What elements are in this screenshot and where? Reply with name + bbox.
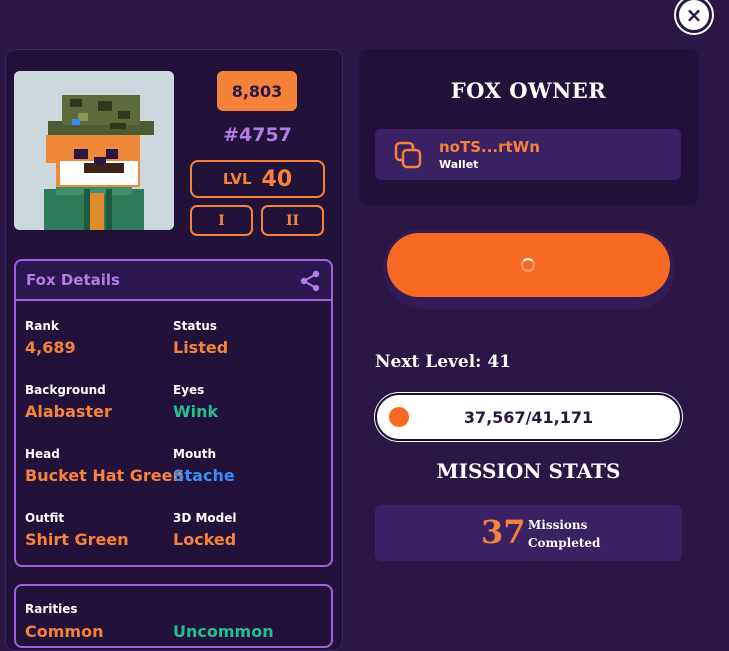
rank-badge: 8,803 — [217, 71, 297, 111]
mission-stats-title: MISSION STATS — [436, 459, 621, 483]
trait-3d-model: 3D Model Locked — [173, 511, 237, 549]
xp-progress-text: 37,567/41,171 — [463, 407, 594, 427]
rarity-common: Common — [25, 622, 103, 641]
missions-label-line1: Missions — [528, 518, 588, 532]
mission-stats-box: 37 Missions Completed — [375, 505, 682, 561]
trait-label: Background — [25, 383, 106, 397]
close-button[interactable]: × — [676, 0, 712, 33]
rarity-value: Uncommon — [173, 622, 274, 641]
gen-two-button[interactable]: II — [261, 205, 324, 236]
trait-value: Wink — [173, 402, 219, 421]
wallet-box[interactable]: noTS...rtWn Wallet — [375, 129, 681, 180]
share-icon[interactable] — [299, 270, 321, 292]
level-indicator: LVL 40 — [190, 160, 325, 198]
trait-head: Head Bucket Hat Green — [25, 447, 184, 485]
copy-icon[interactable] — [393, 140, 423, 170]
trait-mouth: Mouth Stache — [173, 447, 235, 485]
trait-label: Status — [173, 319, 217, 333]
missions-count: 37 — [481, 513, 526, 551]
trait-label: Head — [25, 447, 60, 461]
missions-label-line2: Completed — [528, 536, 601, 550]
fox-portrait — [14, 71, 174, 230]
trait-value: Shirt Green — [25, 530, 129, 549]
trait-outfit: Outfit Shirt Green — [25, 511, 129, 549]
trait-label: Mouth — [173, 447, 217, 461]
rarity-uncommon: Uncommon — [173, 622, 274, 641]
loading-spinner-icon — [521, 258, 535, 272]
wallet-label: Wallet — [439, 158, 479, 171]
trait-background: Background Alabaster — [25, 383, 112, 421]
token-id: #4757 — [223, 124, 292, 146]
action-button[interactable] — [387, 233, 670, 297]
trait-label: Rank — [25, 319, 59, 333]
fox-details-title: Fox Details — [26, 271, 120, 289]
level-label: LVL — [222, 170, 252, 188]
trait-label: Eyes — [173, 383, 205, 397]
missions-label: Missions Completed — [528, 516, 600, 552]
trait-value: Listed — [173, 338, 229, 357]
rarity-value: Common — [25, 622, 104, 641]
fox-details-body: Rank 4,689 Status Listed Background Alab… — [14, 297, 333, 567]
trait-label: Outfit — [25, 511, 65, 525]
trait-value: Alabaster — [25, 402, 112, 421]
trait-eyes: Eyes Wink — [173, 383, 218, 421]
trait-status: Status Listed — [173, 319, 228, 357]
rarities-section: Rarities Common Uncommon — [14, 584, 333, 648]
rarities: Rarities — [25, 602, 78, 616]
trait-rank: Rank 4,689 — [25, 319, 76, 357]
fox-details-header: Fox Details — [14, 259, 333, 301]
owner-card: FOX OWNER noTS...rtWn Wallet — [359, 49, 698, 205]
gen-one-button[interactable]: I — [190, 205, 253, 236]
trait-value: Locked — [173, 530, 237, 549]
xp-progress-bar: 37,567/41,171 — [375, 393, 682, 441]
owner-title: FOX OWNER — [450, 78, 607, 103]
trait-value: 4,689 — [25, 338, 76, 357]
rarities-title: Rarities — [25, 602, 78, 616]
trait-value: Bucket Hat Green — [25, 466, 184, 485]
trait-label: 3D Model — [173, 511, 237, 525]
action-button-wrapper — [383, 229, 675, 309]
wallet-address: noTS...rtWn — [439, 138, 540, 156]
close-icon: × — [685, 3, 703, 27]
trait-value: Stache — [173, 466, 235, 485]
next-level-label: Next Level: 41 — [375, 352, 512, 372]
level-value: 40 — [261, 166, 293, 192]
